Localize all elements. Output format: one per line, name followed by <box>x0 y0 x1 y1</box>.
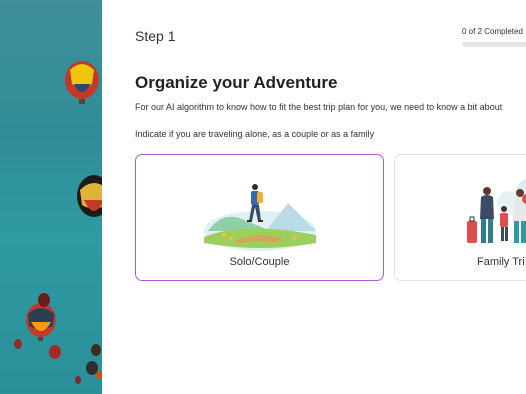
hero-image-balloons <box>0 0 102 394</box>
page-title: Organize your Adventure <box>135 73 338 92</box>
instruction-text: Indicate if you are traveling alone, as … <box>135 129 375 139</box>
option-label: Family Tri <box>477 256 525 268</box>
option-card-family-trip[interactable]: Family Tri <box>394 154 526 281</box>
progress-text: 0 of 2 Completed <box>462 27 523 36</box>
balloon <box>65 61 99 104</box>
step-indicator: Step 1 <box>135 28 176 44</box>
balloon <box>77 175 102 217</box>
progress-indicator: 0 of 2 Completed <box>462 27 526 47</box>
option-card-solo-couple[interactable]: Solo/Couple <box>135 154 384 281</box>
progress-bar <box>462 42 526 47</box>
balloon <box>26 303 56 341</box>
hiker-illustration <box>204 184 316 251</box>
main-panel: Step 1 0 of 2 Completed Organize your Ad… <box>102 0 526 394</box>
intro-text: For our AI algorithm to know how to fit … <box>135 102 503 112</box>
balloons-illustration <box>14 61 102 384</box>
option-label: Solo/Couple <box>229 256 290 268</box>
family-illustration <box>467 178 526 243</box>
